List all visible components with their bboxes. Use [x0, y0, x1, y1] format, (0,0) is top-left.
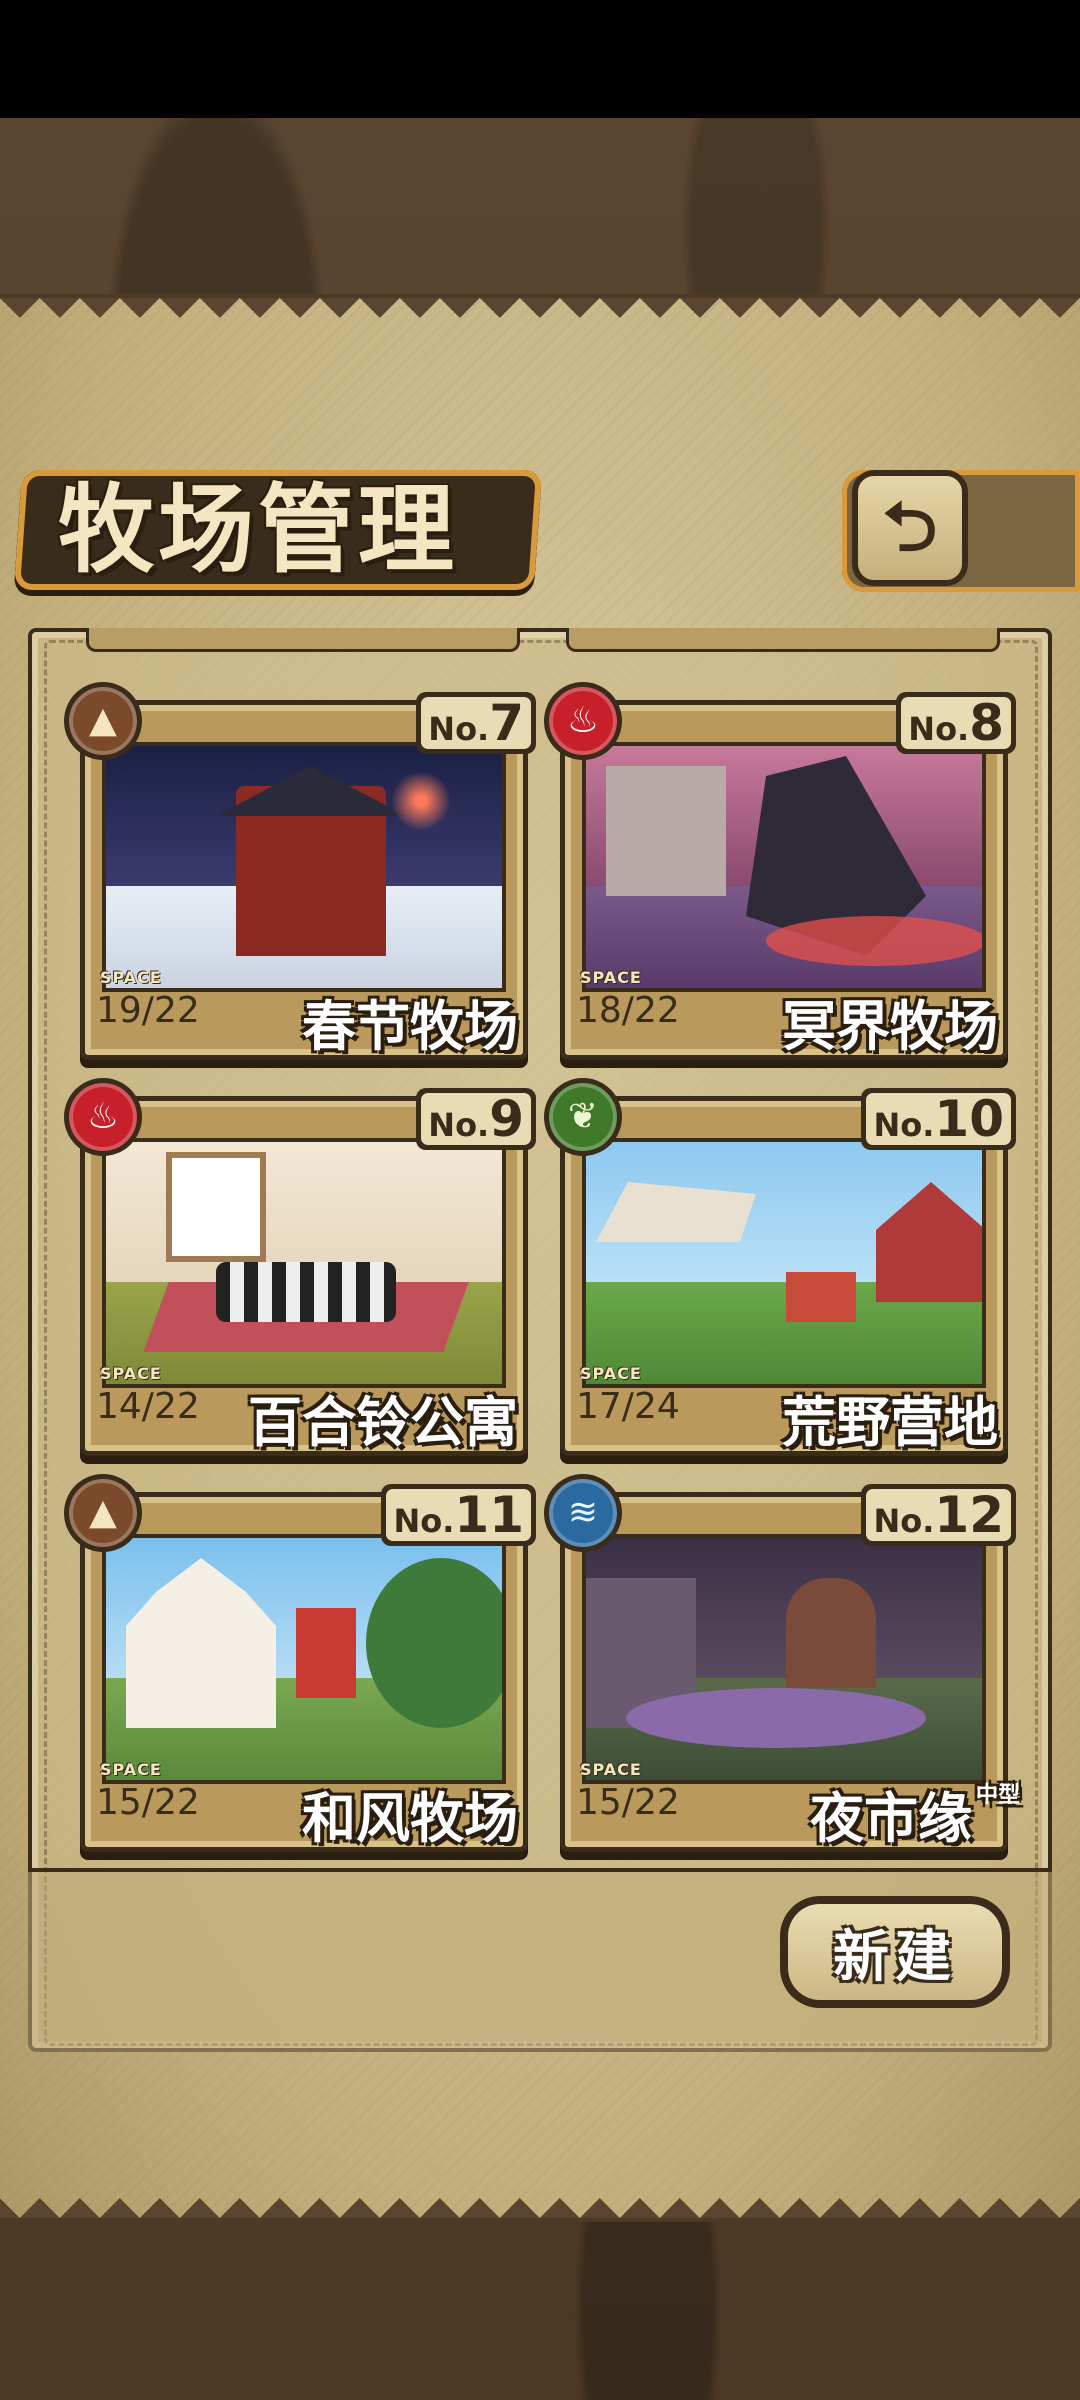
- ranch-thumbnail: [582, 1138, 986, 1388]
- leaf-icon: ❦: [544, 1078, 622, 1156]
- ranch-thumbnail: [102, 1138, 506, 1388]
- ranch-card-7[interactable]: ▲ No.7 SPACE 19/22 春节牧场: [64, 682, 536, 1060]
- fire-icon: ♨: [64, 1078, 142, 1156]
- ranch-name: 夜市缘 中型: [810, 1782, 1021, 1850]
- ranch-card-10[interactable]: ❦ No.10 SPACE 17/24 荒野营地: [544, 1078, 1016, 1456]
- ranch-number-badge: No.7: [416, 692, 536, 754]
- ranch-name: 春节牧场: [302, 994, 518, 1058]
- space-count: 17/24: [576, 1386, 680, 1427]
- ranch-card-9[interactable]: ♨ No.9 SPACE 14/22 百合铃公寓: [64, 1078, 536, 1456]
- mountain-icon: ▲: [64, 682, 142, 760]
- page-title: 牧场管理: [58, 473, 458, 586]
- back-button[interactable]: ⮌: [852, 470, 968, 586]
- ranch-name: 百合铃公寓: [248, 1390, 518, 1454]
- space-count: 15/22: [576, 1782, 680, 1823]
- ranch-card-12[interactable]: ≋ No.12 SPACE 15/22 夜市缘 中型: [544, 1474, 1021, 1852]
- space-label: SPACE: [100, 968, 162, 987]
- space-label: SPACE: [580, 1364, 642, 1383]
- fire-icon: ♨: [544, 682, 622, 760]
- return-arrow-icon: ⮌: [882, 488, 938, 567]
- space-count: 14/22: [96, 1386, 200, 1427]
- ranch-number-badge: No.10: [861, 1088, 1016, 1150]
- space-label: SPACE: [100, 1364, 162, 1383]
- ranch-name: 冥界牧场: [782, 994, 998, 1058]
- ranch-card-11[interactable]: ▲ No.11 SPACE 15/22 和风牧场: [64, 1474, 536, 1852]
- ranch-thumbnail: [102, 742, 506, 992]
- ranch-number-badge: No.12: [861, 1484, 1016, 1546]
- ranch-name: 荒野营地: [782, 1390, 998, 1454]
- space-label: SPACE: [580, 1760, 642, 1779]
- ranch-card-8[interactable]: ♨ No.8 SPACE 18/22 冥界牧场: [544, 682, 1016, 1060]
- paper-edge-top: [0, 298, 1080, 338]
- status-bar: [0, 0, 1080, 118]
- space-label: SPACE: [580, 968, 642, 987]
- card-row-stub-right: [566, 628, 1000, 652]
- space-count: 19/22: [96, 990, 200, 1031]
- mountain-icon: ▲: [64, 1474, 142, 1552]
- ranch-number-badge: No.8: [896, 692, 1016, 754]
- new-button-label: 新建: [833, 1923, 957, 1990]
- ranch-thumbnail: [582, 742, 986, 992]
- size-tag: 中型: [976, 1782, 1021, 1808]
- ranch-number-badge: No.9: [416, 1088, 536, 1150]
- space-label: SPACE: [100, 1760, 162, 1779]
- card-row-stub-left: [86, 628, 520, 652]
- water-icon: ≋: [544, 1474, 622, 1552]
- ranch-thumbnail: [582, 1534, 986, 1784]
- space-count: 15/22: [96, 1782, 200, 1823]
- new-ranch-button[interactable]: 新建: [780, 1896, 1010, 2008]
- ranch-thumbnail: [102, 1534, 506, 1784]
- ranch-number-badge: No.11: [381, 1484, 536, 1546]
- ranch-name: 和风牧场: [302, 1786, 518, 1850]
- space-count: 18/22: [576, 990, 680, 1031]
- paper-edge-bottom: [0, 2178, 1080, 2218]
